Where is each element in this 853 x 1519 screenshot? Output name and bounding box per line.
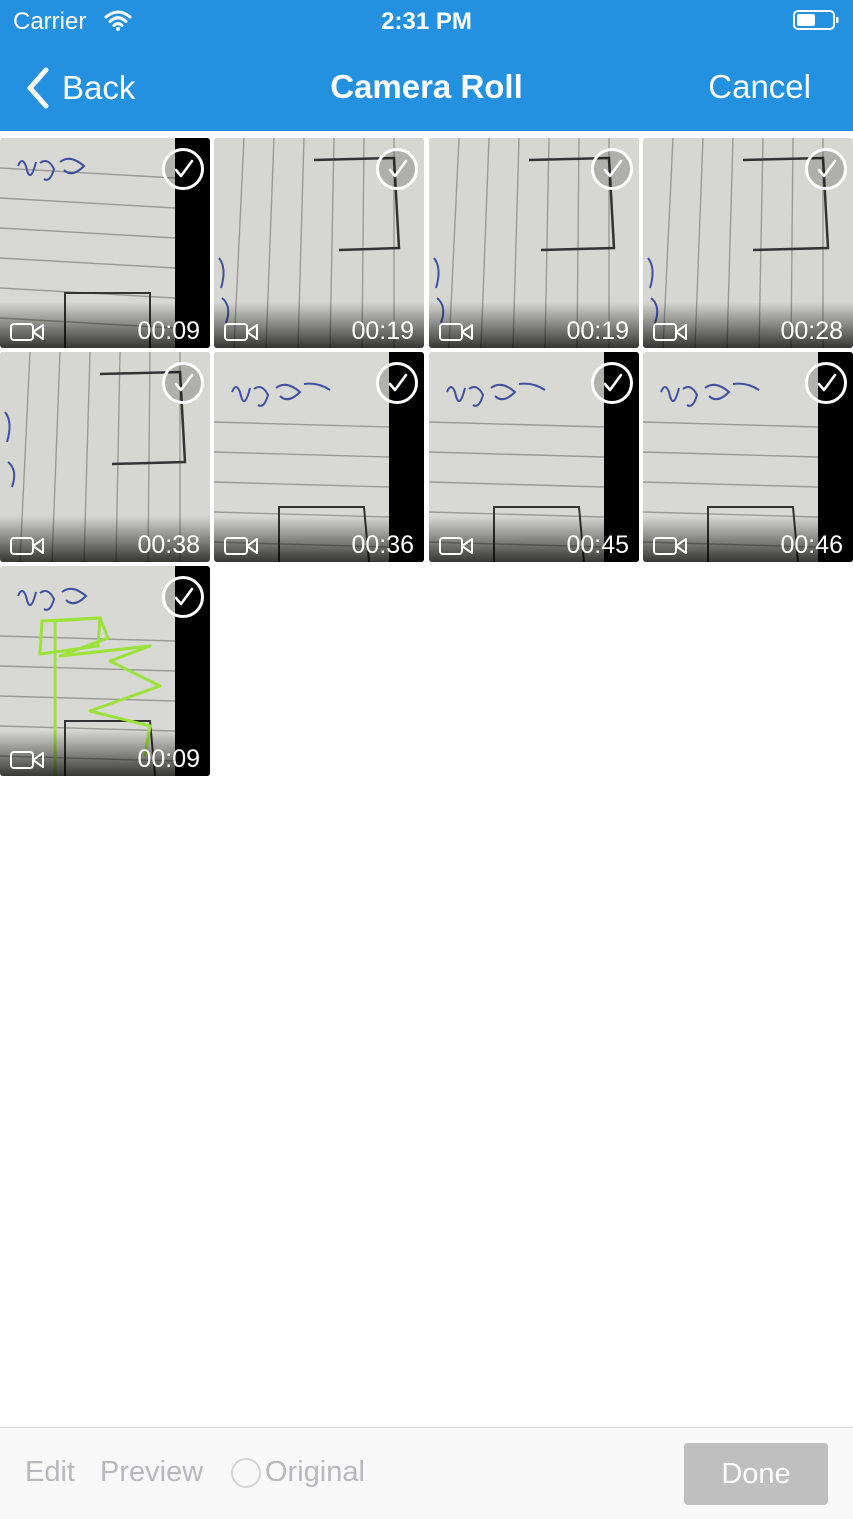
battery-icon: [793, 10, 839, 30]
selected-check-icon[interactable]: [376, 148, 418, 190]
status-time: 2:31 PM: [381, 8, 472, 35]
top-bar: Carrier 2:31 PM Back Camera Roll Cancel: [0, 0, 853, 131]
video-thumbnail[interactable]: 00:28: [643, 138, 853, 348]
video-camera-icon: [653, 323, 687, 341]
status-bar: Carrier 2:31 PM: [0, 0, 853, 42]
original-toggle-label[interactable]: Original: [265, 1456, 365, 1489]
video-thumbnail[interactable]: 00:19: [429, 138, 639, 348]
video-camera-icon: [439, 537, 473, 555]
video-thumbnail[interactable]: 00:45: [429, 352, 639, 562]
chevron-left-icon: [27, 67, 49, 109]
video-camera-icon: [653, 537, 687, 555]
video-thumbnail[interactable]: 00:46: [643, 352, 853, 562]
video-thumbnail[interactable]: 00:09: [0, 566, 210, 776]
selected-check-icon[interactable]: [162, 148, 204, 190]
selected-check-icon[interactable]: [591, 362, 633, 404]
selected-check-icon[interactable]: [591, 148, 633, 190]
video-duration: 00:09: [137, 745, 200, 773]
video-duration: 00:46: [780, 531, 843, 559]
back-label: Back: [62, 69, 136, 106]
video-duration: 00:09: [137, 317, 200, 345]
video-camera-icon: [439, 323, 473, 341]
video-duration: 00:19: [566, 317, 629, 345]
bottom-toolbar: Edit Preview Original Done: [0, 1427, 853, 1519]
selected-check-icon[interactable]: [162, 576, 204, 618]
video-camera-icon: [224, 323, 258, 341]
back-button[interactable]: Back: [24, 62, 135, 114]
selected-check-icon[interactable]: [805, 362, 847, 404]
video-thumbnail[interactable]: 00:09: [0, 138, 210, 348]
done-button[interactable]: Done: [684, 1443, 828, 1505]
video-camera-icon: [224, 537, 258, 555]
video-thumbnail[interactable]: 00:19: [214, 138, 424, 348]
video-thumbnail[interactable]: 00:38: [0, 352, 210, 562]
edit-button[interactable]: Edit: [25, 1456, 75, 1489]
cancel-button[interactable]: Cancel: [708, 68, 811, 106]
video-thumbnail[interactable]: 00:36: [214, 352, 424, 562]
video-duration: 00:38: [137, 531, 200, 559]
video-duration: 00:45: [566, 531, 629, 559]
selected-check-icon[interactable]: [805, 148, 847, 190]
video-camera-icon: [10, 537, 44, 555]
video-duration: 00:19: [351, 317, 414, 345]
video-camera-icon: [10, 323, 44, 341]
video-duration: 00:36: [351, 531, 414, 559]
preview-button[interactable]: Preview: [100, 1456, 203, 1489]
selected-check-icon[interactable]: [162, 362, 204, 404]
video-camera-icon: [10, 751, 44, 769]
video-duration: 00:28: [780, 317, 843, 345]
original-toggle-icon[interactable]: [231, 1458, 261, 1488]
selected-check-icon[interactable]: [376, 362, 418, 404]
